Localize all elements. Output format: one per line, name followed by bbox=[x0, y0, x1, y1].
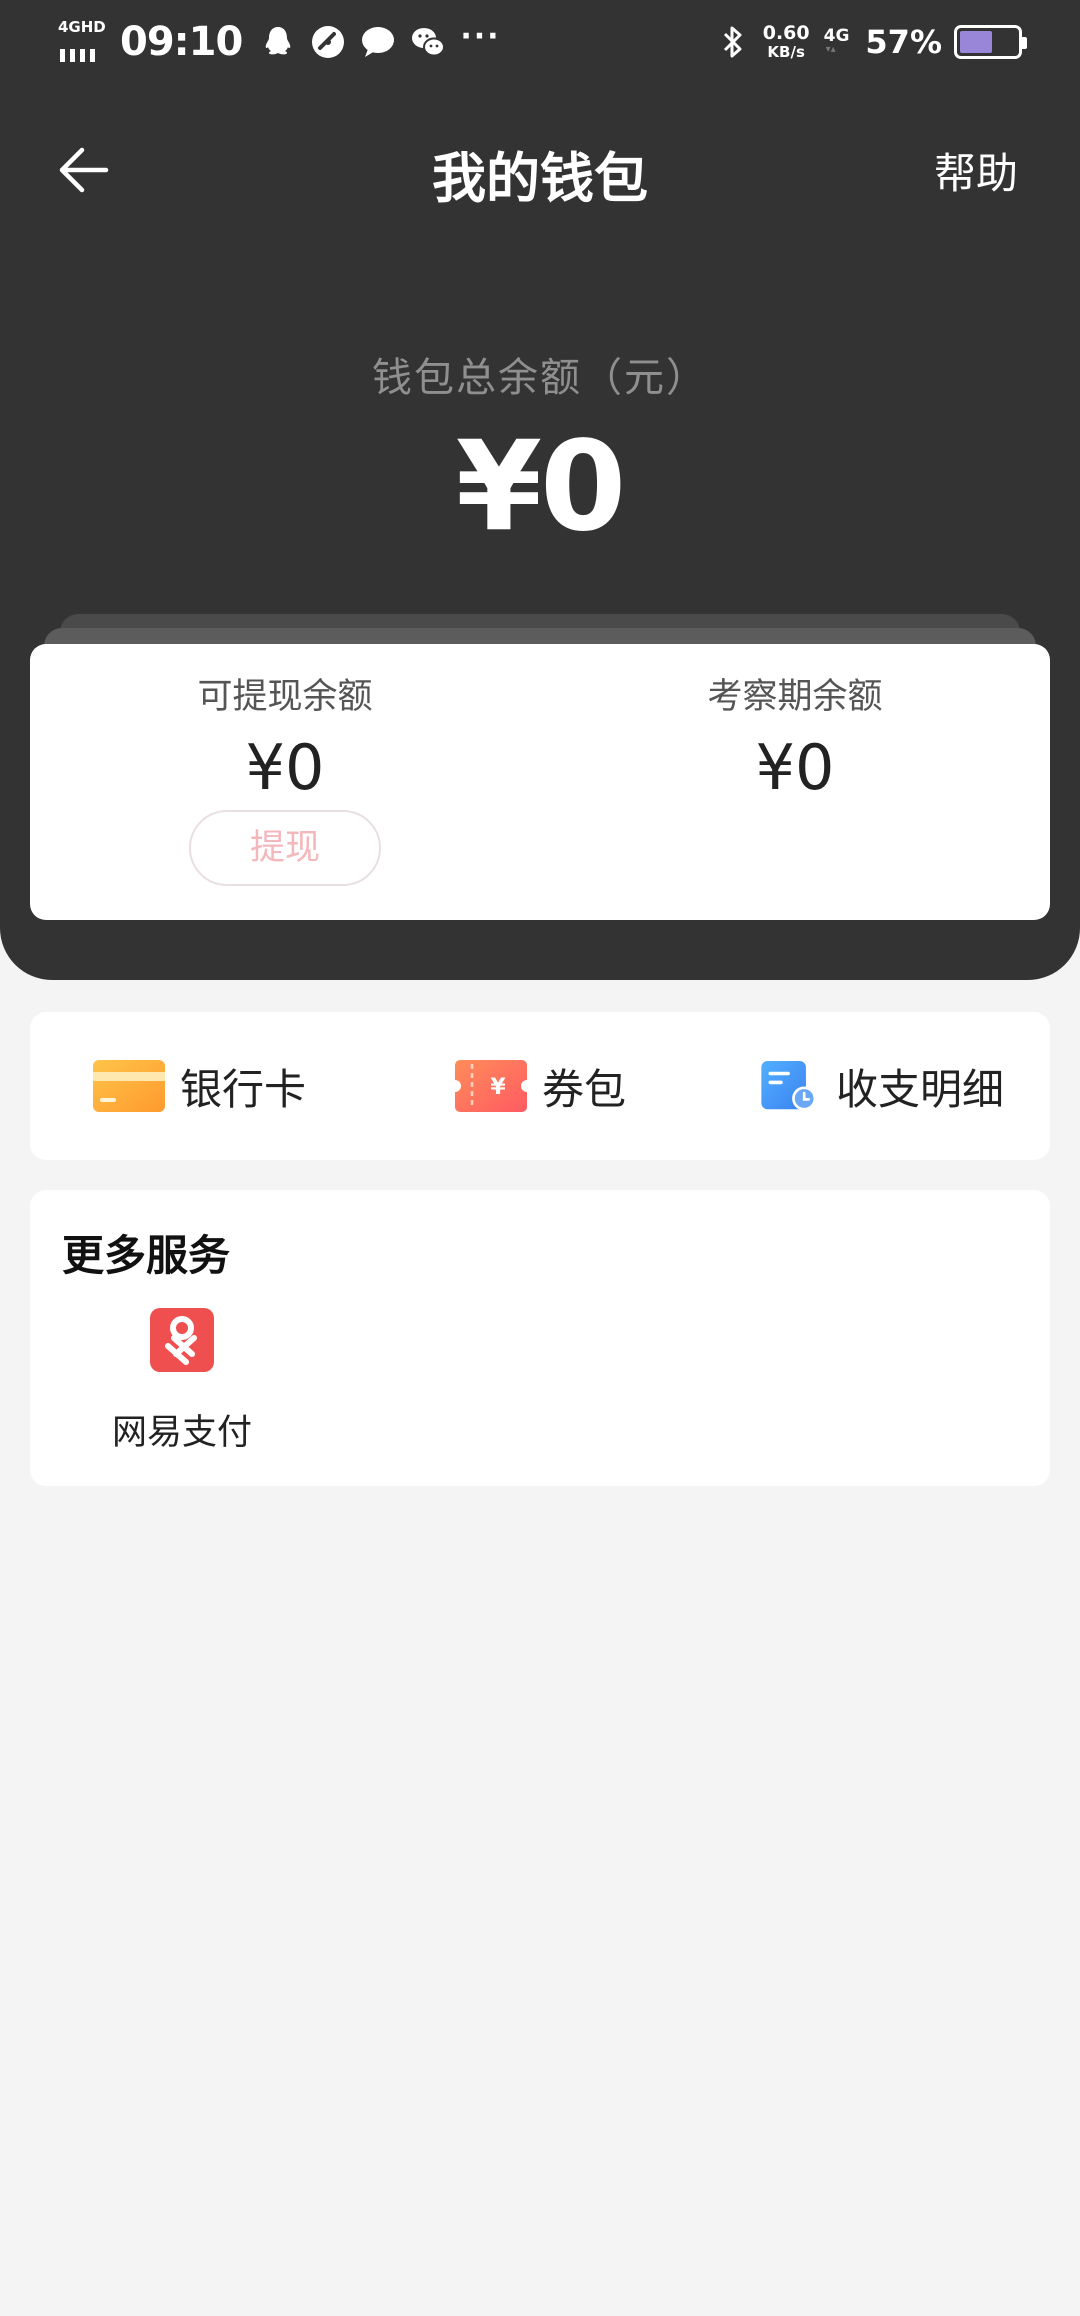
total-balance-amount: ¥0 bbox=[455, 415, 627, 559]
more-services-section: 更多服务 网易支付 bbox=[30, 1190, 1050, 1486]
battery-percent: 57% bbox=[865, 23, 942, 61]
shortcut-statement[interactable]: 收支明细 bbox=[756, 1056, 1004, 1116]
statement-icon bbox=[761, 1061, 817, 1111]
total-balance-label: 钱包总余额（元） bbox=[372, 355, 708, 401]
netease-pay-icon bbox=[150, 1308, 214, 1372]
service-netease-pay[interactable]: 网易支付 bbox=[82, 1308, 282, 1455]
speedometer-icon bbox=[312, 26, 345, 58]
nav-bar: 我的钱包 帮助 bbox=[0, 120, 1080, 220]
review-period-amount: ¥0 bbox=[755, 731, 835, 804]
battery-icon bbox=[954, 25, 1027, 59]
service-label: 网易支付 bbox=[111, 1413, 252, 1453]
coupon-icon: ¥ bbox=[455, 1060, 527, 1112]
withdrawable-amount: ¥0 bbox=[245, 731, 325, 804]
bluetooth-icon bbox=[723, 26, 742, 58]
section-title: 更多服务 bbox=[62, 1231, 231, 1280]
status-time: 09:10 bbox=[120, 19, 243, 65]
withdrawable-label: 可提现余额 bbox=[197, 677, 373, 717]
status-left: 4GHD 09:10 ··· bbox=[58, 18, 501, 66]
shortcut-coupon[interactable]: ¥ 券包 bbox=[454, 1056, 626, 1116]
shortcut-bank-card[interactable]: 银行卡 bbox=[92, 1056, 306, 1116]
more-dots-icon: ··· bbox=[460, 18, 501, 54]
page-title: 我的钱包 bbox=[432, 147, 648, 210]
withdrawable-balance: 可提现余额 ¥0 提现 bbox=[30, 644, 540, 886]
balance-card: 可提现余额 ¥0 提现 考察期余额 ¥0 bbox=[30, 644, 1050, 920]
qq-icon bbox=[266, 27, 291, 55]
network-speed: 0.60 KB/s bbox=[763, 24, 810, 60]
speed-value: 0.60 bbox=[762, 22, 810, 44]
svg-text:¥: ¥ bbox=[490, 1075, 506, 1100]
message-icon bbox=[362, 27, 395, 57]
shortcut-label: 银行卡 bbox=[180, 1064, 307, 1114]
help-button[interactable]: 帮助 bbox=[934, 140, 1018, 201]
bank-card-icon bbox=[93, 1060, 165, 1112]
speed-unit: KB/s bbox=[767, 43, 805, 61]
withdraw-button[interactable]: 提现 bbox=[189, 810, 381, 886]
cell-signal-icon: 4GHD bbox=[58, 18, 106, 62]
lte-indicator: 4G bbox=[824, 26, 850, 55]
review-period-balance: 考察期余额 ¥0 bbox=[540, 644, 1050, 804]
shortcut-label: 收支明细 bbox=[836, 1064, 1005, 1114]
wechat-icon bbox=[412, 28, 446, 57]
shortcut-bar: 银行卡 ¥ 券包 收支明细 bbox=[30, 1012, 1050, 1160]
status-right: 0.60 KB/s 4G 57% bbox=[721, 18, 1027, 66]
review-period-label: 考察期余额 bbox=[707, 677, 883, 717]
shortcut-label: 券包 bbox=[542, 1064, 627, 1114]
network-type: 4GHD bbox=[58, 18, 106, 36]
status-bar: 4GHD 09:10 ··· 0.60 KB/s 4G ▾▴ 57% bbox=[0, 0, 1080, 84]
